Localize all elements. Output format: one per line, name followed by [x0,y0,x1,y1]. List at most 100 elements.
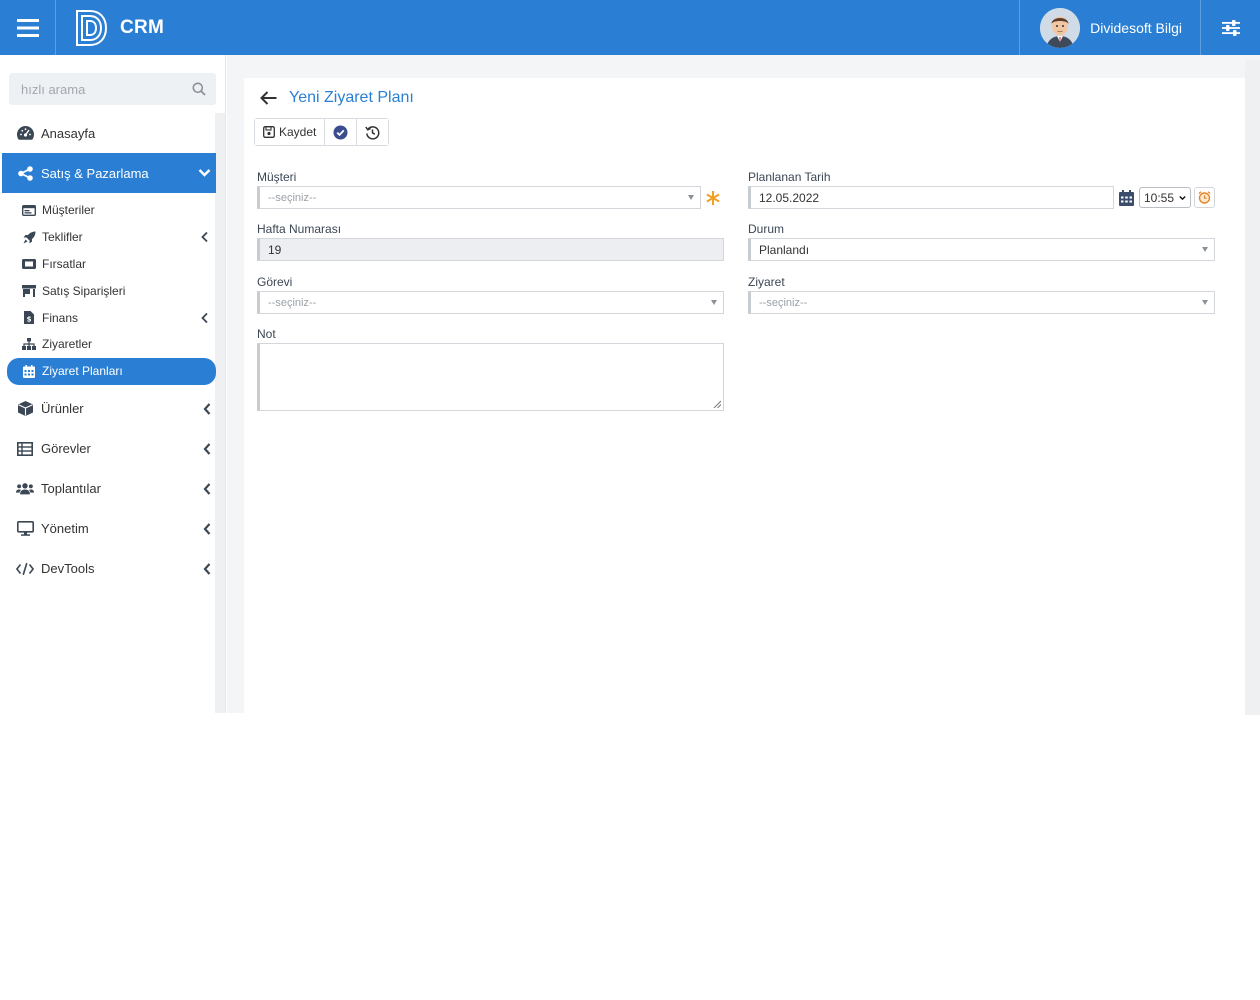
app-logo[interactable]: CRM [74,9,164,47]
sidebar-subitem-teklifler[interactable]: Teklifler [0,224,216,251]
check-circle-icon [333,125,348,139]
dividesoft-logo-icon [76,9,108,46]
chevron-left-icon [203,482,211,495]
asterisk-icon [706,190,720,205]
divider [55,0,56,55]
durum-select-value: Planlandı [759,242,810,257]
reminder-button[interactable] [1194,187,1215,208]
quick-search-input[interactable] [21,81,192,97]
hamburger-icon [16,18,39,37]
sidebar-subitem-label: Satış Siparişleri [42,283,126,298]
gorevi-label: Görevi [257,275,293,289]
sidebar-subitem-label: Müşteriler [42,203,95,218]
top-bar: CRM Dividesoft Bilgi [0,0,1260,55]
alarm-clock-icon [1198,191,1211,204]
ziyaret-select[interactable]: --seçiniz-- [748,291,1215,314]
sidebar-item-label: Anasayfa [41,125,96,141]
chevron-left-icon [201,232,208,243]
sidebar-subitem-label: Ziyaretler [42,337,93,352]
planlanan-tarih-label: Planlanan Tarih [748,170,831,184]
save-button[interactable]: Kaydet [255,119,326,145]
sidebar-item-urunler[interactable]: Ürünler [0,389,216,429]
not-textarea[interactable] [257,343,724,411]
planlanan-tarih-value: 12.05.2022 [759,190,820,205]
musteri-label: Müşteri [257,170,297,184]
search-icon[interactable] [192,82,206,96]
ziyaret-label: Ziyaret [748,275,785,289]
sidebar-scrollbar[interactable] [215,113,225,713]
share-icon [17,165,33,181]
user-name: Dividesoft Bilgi [1090,19,1182,36]
user-menu[interactable]: Dividesoft Bilgi [1019,0,1200,55]
sidebar-nav: Anasayfa Satış & Pazarlama Müşteriler Te… [0,113,216,589]
sidebar-subitem-label: Teklifler [42,230,83,245]
sidebar-subitem-ziyaretler[interactable]: Ziyaretler [0,331,216,358]
caret-down-icon [711,300,717,305]
approve-button[interactable] [325,119,358,145]
floppy-disk-icon [263,126,275,138]
sidebar-item-devtools[interactable]: DevTools [0,549,216,589]
time-select-value: 10:55 [1144,190,1175,205]
history-icon [365,125,380,140]
ticket-icon [22,258,36,269]
time-select[interactable]: 10:55 [1139,187,1191,208]
file-invoice-icon: $ [24,311,34,325]
durum-label: Durum [748,222,785,236]
chevron-left-icon [203,402,211,415]
back-arrow-icon[interactable] [260,91,277,105]
app-name: CRM [120,16,165,38]
store-icon [22,284,36,297]
sidebar-item-toplantilar[interactable]: Toplantılar [0,469,216,509]
sidebar-subitem-label: Finans [42,310,79,325]
svg-text:$: $ [27,316,32,324]
sidebar-item-anasayfa[interactable]: Anasayfa [0,113,216,153]
durum-select[interactable]: Planlandı [748,238,1215,261]
avatar [1040,7,1081,48]
sidebar-item-yonetim[interactable]: Yönetim [0,509,216,549]
resize-grip-icon[interactable] [713,400,721,408]
chevron-left-icon [201,312,208,323]
hafta-numarasi-value: 19 [268,242,282,257]
sidebar-item-satis-pazarlama[interactable]: Satış & Pazarlama [2,153,216,193]
date-picker-button[interactable] [1117,188,1135,208]
chevron-down-icon [198,169,211,177]
sidebar-subitem-satis-siparisleri[interactable]: Satış Siparişleri [0,277,216,304]
dashboard-icon [16,126,34,140]
calendar-icon [1118,190,1134,206]
not-label: Not [257,327,276,341]
page-title: Yeni Ziyaret Planı [289,89,414,106]
user-avatar-icon [1040,7,1081,48]
sidebar-subitem-finans[interactable]: $ Finans [0,304,216,331]
sidebar-item-label: Ürünler [41,401,84,417]
sidebar: Anasayfa Satış & Pazarlama Müşteriler Te… [0,55,226,713]
sidebar-subitem-musteriler[interactable]: Müşteriler [0,197,216,224]
chevron-left-icon [203,522,211,535]
rocket-icon [23,231,35,244]
sidebar-item-gorevler[interactable]: Görevler [0,429,216,469]
hafta-numarasi-field: 19 [257,238,724,261]
sidebar-item-label: Görevler [41,441,91,457]
planlanan-tarih-input[interactable]: 12.05.2022 [748,186,1114,209]
menu-toggle-button[interactable] [0,0,55,55]
history-button[interactable] [357,119,389,145]
sidebar-subitem-ziyaret-planlari[interactable]: Ziyaret Planları [7,357,216,385]
sidebar-item-label: Yönetim [41,521,89,537]
settings-button[interactable] [1200,0,1260,55]
form-toolbar: Kaydet [254,118,390,146]
sitemap-icon [22,338,36,351]
address-card-icon [22,204,36,216]
gorevi-select[interactable]: --seçiniz-- [257,291,724,314]
chevron-down-icon [1179,195,1186,200]
add-musteri-button[interactable] [702,186,724,209]
sidebar-item-label: Satış & Pazarlama [41,165,149,181]
desktop-icon [16,521,34,536]
page-scrollbar[interactable] [1245,60,1260,715]
table-list-icon [17,441,33,456]
sidebar-subitem-label: Ziyaret Planları [42,364,123,379]
caret-down-icon [688,195,694,200]
chevron-left-icon [203,442,211,455]
musteri-select[interactable]: --seçiniz-- [257,186,701,209]
quick-search [9,73,216,105]
sidebar-subitem-firsatlar[interactable]: Fırsatlar [0,251,216,278]
caret-down-icon [1202,247,1208,252]
